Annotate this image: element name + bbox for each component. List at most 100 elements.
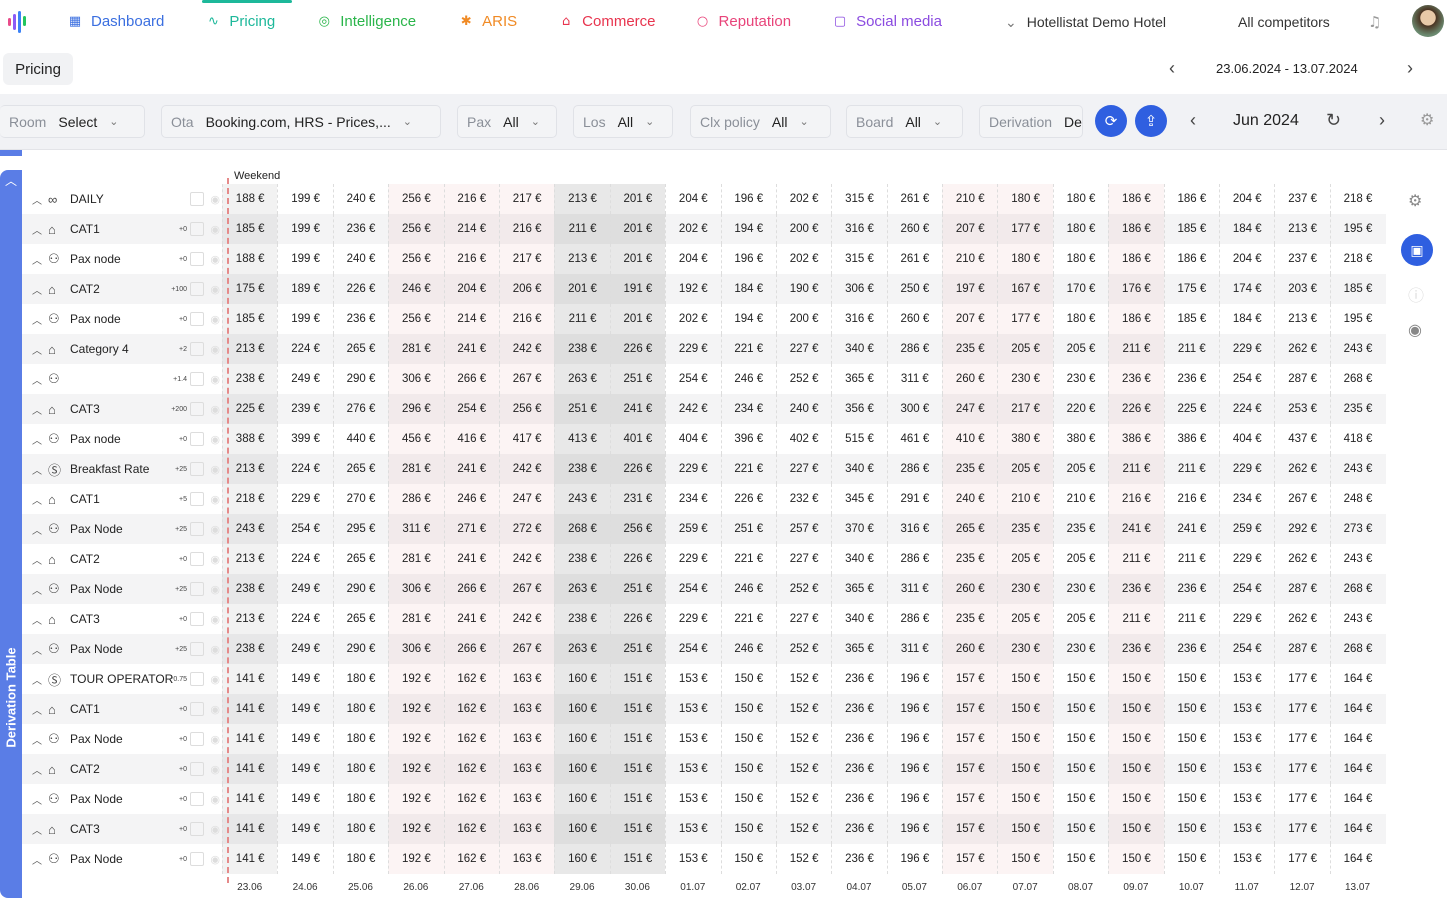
price-cell[interactable]: 152 € bbox=[775, 784, 831, 814]
price-cell[interactable]: 195 € bbox=[1329, 304, 1385, 334]
price-cell[interactable]: 261 € bbox=[886, 244, 942, 274]
price-cell[interactable]: 254 € bbox=[665, 364, 720, 394]
price-cell[interactable]: 204 € bbox=[1219, 244, 1274, 274]
prev-range-chevron-icon[interactable]: ‹ bbox=[1169, 58, 1175, 79]
price-cell[interactable]: 315 € bbox=[831, 184, 886, 214]
calendar-icon[interactable] bbox=[190, 642, 204, 656]
gear-icon[interactable]: ⚙ bbox=[1408, 191, 1422, 211]
price-cell[interactable]: 281 € bbox=[388, 544, 444, 574]
calendar-icon[interactable] bbox=[190, 432, 204, 446]
price-cell[interactable]: 150 € bbox=[997, 724, 1053, 754]
price-cell[interactable]: 240 € bbox=[332, 184, 388, 214]
price-cell[interactable]: 150 € bbox=[1163, 844, 1219, 874]
eye-icon[interactable]: ◉ bbox=[210, 703, 220, 716]
price-cell[interactable]: 413 € bbox=[554, 424, 610, 454]
eye-icon[interactable]: ◉ bbox=[210, 733, 220, 746]
price-cell[interactable]: 213 € bbox=[554, 244, 610, 274]
price-cell[interactable]: 416 € bbox=[443, 424, 499, 454]
price-cell[interactable]: 227 € bbox=[775, 604, 831, 634]
chevron-up-icon[interactable]: ︿ bbox=[32, 462, 42, 477]
price-cell[interactable]: 184 € bbox=[720, 274, 776, 304]
price-cell[interactable]: 240 € bbox=[332, 244, 388, 274]
filter-derivation[interactable]: Derivation De bbox=[979, 105, 1083, 138]
price-cell[interactable]: 164 € bbox=[1329, 814, 1385, 844]
hotel-selector[interactable]: ⌄ Hotellistat Demo Hotel bbox=[1005, 12, 1166, 32]
chevron-up-icon[interactable]: ︿ bbox=[32, 762, 42, 777]
calendar-icon[interactable] bbox=[190, 282, 204, 296]
bell-icon[interactable]: ♫ bbox=[1368, 12, 1381, 32]
price-cell[interactable]: 184 € bbox=[1219, 304, 1274, 334]
price-cell[interactable]: 196 € bbox=[886, 844, 942, 874]
price-cell[interactable]: 150 € bbox=[720, 664, 776, 694]
price-cell[interactable]: 242 € bbox=[498, 334, 555, 364]
price-cell[interactable]: 246 € bbox=[720, 574, 776, 604]
price-cell[interactable]: 253 € bbox=[1274, 394, 1329, 424]
price-cell[interactable]: 256 € bbox=[388, 184, 444, 214]
price-cell[interactable]: 241 € bbox=[443, 334, 499, 364]
price-cell[interactable]: 214 € bbox=[443, 214, 499, 244]
price-cell[interactable]: 196 € bbox=[886, 724, 942, 754]
price-cell[interactable]: 236 € bbox=[831, 784, 886, 814]
price-cell[interactable]: 153 € bbox=[1219, 724, 1274, 754]
price-cell[interactable]: 281 € bbox=[388, 604, 444, 634]
price-cell[interactable]: 150 € bbox=[997, 694, 1053, 724]
competitors-selector[interactable]: All competitors bbox=[1238, 12, 1330, 32]
chevron-up-icon[interactable]: ︿ bbox=[32, 732, 42, 747]
price-cell[interactable]: 249 € bbox=[277, 634, 332, 664]
price-cell[interactable]: 221 € bbox=[720, 604, 776, 634]
calendar-icon[interactable] bbox=[190, 762, 204, 776]
price-cell[interactable]: 153 € bbox=[665, 814, 720, 844]
price-cell[interactable]: 162 € bbox=[443, 664, 499, 694]
price-cell[interactable]: 226 € bbox=[609, 454, 666, 484]
price-cell[interactable]: 192 € bbox=[388, 754, 444, 784]
chevron-up-icon[interactable]: ︿ bbox=[32, 642, 42, 657]
price-cell[interactable]: 191 € bbox=[609, 274, 666, 304]
chevron-up-icon[interactable]: ︿ bbox=[32, 672, 42, 687]
calendar-icon[interactable] bbox=[190, 852, 204, 866]
price-cell[interactable]: 188 € bbox=[222, 244, 278, 274]
price-cell[interactable]: 177 € bbox=[1274, 784, 1329, 814]
price-cell[interactable]: 221 € bbox=[720, 544, 776, 574]
price-cell[interactable]: 157 € bbox=[942, 784, 998, 814]
price-cell[interactable]: 265 € bbox=[332, 334, 388, 364]
price-cell[interactable]: 260 € bbox=[886, 214, 942, 244]
price-cell[interactable]: 311 € bbox=[886, 634, 942, 664]
price-cell[interactable]: 224 € bbox=[277, 334, 332, 364]
eye-icon[interactable]: ◉ bbox=[1408, 320, 1422, 340]
price-cell[interactable]: 224 € bbox=[1219, 394, 1274, 424]
eye-icon[interactable]: ◉ bbox=[210, 223, 220, 236]
price-cell[interactable]: 151 € bbox=[609, 754, 666, 784]
filter-clx-policy[interactable]: Clx policy All ⌄ bbox=[690, 105, 831, 138]
price-cell[interactable]: 234 € bbox=[1219, 484, 1274, 514]
price-cell[interactable]: 211 € bbox=[1108, 544, 1164, 574]
price-cell[interactable]: 306 € bbox=[388, 634, 444, 664]
price-cell[interactable]: 150 € bbox=[997, 754, 1053, 784]
price-cell[interactable]: 151 € bbox=[609, 814, 666, 844]
price-cell[interactable]: 229 € bbox=[665, 334, 720, 364]
price-cell[interactable]: 251 € bbox=[609, 364, 666, 394]
filter-ota[interactable]: Ota Booking.com, HRS - Prices,... ⌄ bbox=[161, 105, 441, 138]
price-cell[interactable]: 210 € bbox=[1052, 484, 1108, 514]
price-cell[interactable]: 272 € bbox=[498, 514, 555, 544]
price-cell[interactable]: 149 € bbox=[277, 814, 332, 844]
price-cell[interactable]: 150 € bbox=[720, 724, 776, 754]
price-cell[interactable]: 164 € bbox=[1329, 664, 1385, 694]
price-cell[interactable]: 150 € bbox=[1163, 664, 1219, 694]
calendar-icon[interactable] bbox=[190, 222, 204, 236]
price-cell[interactable]: 186 € bbox=[1163, 244, 1219, 274]
price-cell[interactable]: 211 € bbox=[554, 214, 610, 244]
price-cell[interactable]: 254 € bbox=[1219, 364, 1274, 394]
price-cell[interactable]: 229 € bbox=[277, 484, 332, 514]
price-cell[interactable]: 246 € bbox=[720, 634, 776, 664]
price-cell[interactable]: 226 € bbox=[609, 544, 666, 574]
price-cell[interactable]: 211 € bbox=[1108, 604, 1164, 634]
sync-button[interactable]: ⟳ bbox=[1095, 105, 1127, 137]
price-cell[interactable]: 164 € bbox=[1329, 694, 1385, 724]
calendar-icon[interactable] bbox=[190, 372, 204, 386]
price-cell[interactable]: 202 € bbox=[775, 244, 831, 274]
price-cell[interactable]: 241 € bbox=[443, 604, 499, 634]
price-cell[interactable]: 268 € bbox=[1329, 364, 1385, 394]
price-cell[interactable]: 241 € bbox=[443, 454, 499, 484]
price-cell[interactable]: 150 € bbox=[1163, 784, 1219, 814]
price-cell[interactable]: 224 € bbox=[277, 604, 332, 634]
